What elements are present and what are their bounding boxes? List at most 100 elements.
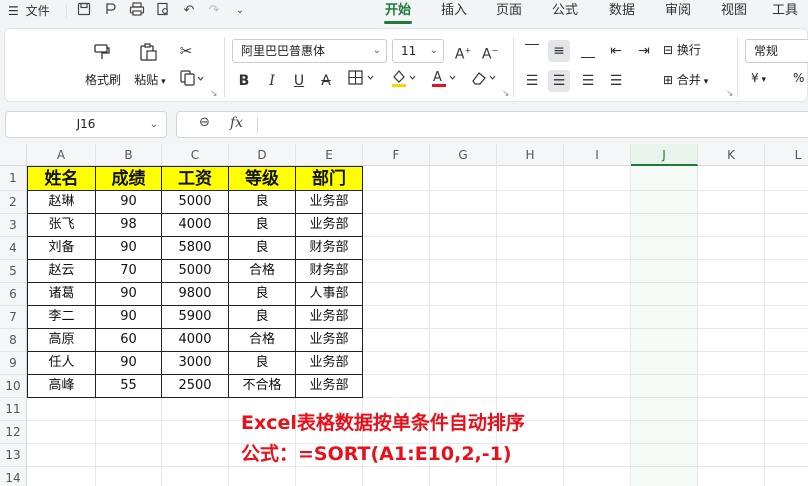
- row-header-13[interactable]: 13: [0, 444, 27, 467]
- align-left-icon[interactable]: ☰: [521, 70, 543, 92]
- column-header-a[interactable]: A: [27, 144, 96, 166]
- tab-formulas[interactable]: 公式: [547, 0, 583, 22]
- table-cell[interactable]: 90: [96, 283, 162, 306]
- table-cell[interactable]: 良: [229, 191, 296, 214]
- table-cell[interactable]: 业务部: [296, 191, 363, 214]
- table-cell[interactable]: 赵琳: [27, 191, 96, 214]
- table-cell[interactable]: 良: [229, 237, 296, 260]
- table-cell[interactable]: 良: [229, 306, 296, 329]
- justify-icon[interactable]: ☰: [605, 70, 627, 92]
- table-cell[interactable]: 3000: [162, 352, 229, 375]
- table-header-cell[interactable]: 部门: [296, 166, 363, 191]
- table-cell[interactable]: 合格: [229, 329, 296, 352]
- table-cell[interactable]: 55: [96, 375, 162, 398]
- italic-icon[interactable]: I: [261, 70, 283, 92]
- row-header-2[interactable]: 2: [0, 191, 27, 214]
- table-cell[interactable]: 不合格: [229, 375, 296, 398]
- column-header-g[interactable]: G: [430, 144, 497, 166]
- table-cell[interactable]: 5000: [162, 260, 229, 283]
- column-header-c[interactable]: C: [162, 144, 229, 166]
- table-cell[interactable]: 业务部: [296, 214, 363, 237]
- decrease-font-icon[interactable]: A−: [479, 40, 501, 63]
- row-header-5[interactable]: 5: [0, 260, 27, 283]
- row-header-4[interactable]: 4: [0, 237, 27, 260]
- font-name-select[interactable]: 阿里巴巴普惠体 ⌄: [232, 39, 387, 63]
- tab-home[interactable]: 开始: [380, 0, 416, 24]
- cut-icon[interactable]: ✂: [175, 41, 197, 61]
- worksheet-grid[interactable]: ABCDEFGHIJKL 1 2 3 4 5 6 7 8 9 10 11 12 13 14 姓名 成绩 工资等…: [0, 144, 808, 486]
- row-header-1[interactable]: 1: [0, 166, 27, 191]
- zoom-icon[interactable]: ⊖: [199, 115, 210, 130]
- align-bottom-icon[interactable]: ⎽: [577, 40, 599, 62]
- tab-page[interactable]: 页面: [491, 0, 527, 22]
- table-header-cell[interactable]: 姓名: [27, 166, 96, 191]
- alignment-launcher-icon[interactable]: ↘: [726, 89, 734, 99]
- paste-icon[interactable]: [137, 42, 159, 67]
- table-cell[interactable]: 98: [96, 214, 162, 237]
- redo-icon[interactable]: ↷: [205, 2, 223, 20]
- tab-insert[interactable]: 插入: [436, 0, 472, 22]
- table-cell[interactable]: 财务部: [296, 237, 363, 260]
- table-cell[interactable]: 5800: [162, 237, 229, 260]
- format-painter-button[interactable]: 格式刷: [81, 71, 125, 88]
- number-format-select[interactable]: 常规: [745, 39, 808, 63]
- tab-view[interactable]: 视图: [716, 0, 752, 22]
- table-cell[interactable]: 90: [96, 237, 162, 260]
- decrease-indent-icon[interactable]: ⇤: [605, 40, 627, 62]
- borders-icon[interactable]: [347, 70, 379, 92]
- tab-review[interactable]: 审阅: [660, 0, 696, 22]
- column-header-i[interactable]: I: [564, 144, 631, 166]
- table-cell[interactable]: 2500: [162, 375, 229, 398]
- wrap-text-button[interactable]: ⊟ 换行: [663, 41, 719, 58]
- row-header-7[interactable]: 7: [0, 306, 27, 329]
- file-menu[interactable]: ☰ 文件: [8, 0, 50, 22]
- table-cell[interactable]: 5000: [162, 191, 229, 214]
- table-cell[interactable]: 诸葛: [27, 283, 96, 306]
- tab-data[interactable]: 数据: [604, 0, 640, 22]
- row-header-10[interactable]: 10: [0, 375, 27, 398]
- format-painter-icon[interactable]: [91, 42, 113, 67]
- align-top-icon[interactable]: ⎺: [521, 40, 543, 62]
- row-header-6[interactable]: 6: [0, 283, 27, 306]
- table-cell[interactable]: 9800: [162, 283, 229, 306]
- column-header-f[interactable]: F: [363, 144, 430, 166]
- select-all-corner[interactable]: [0, 144, 27, 166]
- font-size-select[interactable]: 11 ⌄: [392, 39, 444, 63]
- clear-format-icon[interactable]: [469, 70, 501, 92]
- chevron-down-icon[interactable]: ⌄: [231, 2, 249, 20]
- clipboard-launcher-icon[interactable]: ↘: [210, 89, 218, 99]
- paste-button[interactable]: 粘贴 ▾: [130, 71, 170, 88]
- table-header-cell[interactable]: 等级: [229, 166, 296, 191]
- table-header-cell[interactable]: 成绩: [96, 166, 162, 191]
- name-box[interactable]: J16 ⌄: [5, 111, 167, 138]
- table-cell[interactable]: 90: [96, 191, 162, 214]
- save-icon[interactable]: [75, 2, 93, 20]
- table-cell[interactable]: 任人: [27, 352, 96, 375]
- table-cell[interactable]: 5900: [162, 306, 229, 329]
- merge-cells-button[interactable]: ⊞ 合并 ▾: [663, 71, 725, 88]
- fx-icon[interactable]: fx: [230, 115, 243, 131]
- column-header-d[interactable]: D: [229, 144, 296, 166]
- print-preview-icon[interactable]: [154, 2, 172, 20]
- table-cell[interactable]: 90: [96, 352, 162, 375]
- table-cell[interactable]: 高原: [27, 329, 96, 352]
- increase-indent-icon[interactable]: ⇥: [633, 40, 655, 62]
- align-middle-icon[interactable]: ≡: [548, 40, 570, 62]
- export-pdf-icon[interactable]: [102, 2, 120, 20]
- row-header-3[interactable]: 3: [0, 214, 27, 237]
- table-header-cell[interactable]: 工资: [162, 166, 229, 191]
- undo-icon[interactable]: ↶: [180, 2, 198, 20]
- table-cell[interactable]: 赵云: [27, 260, 96, 283]
- column-header-b[interactable]: B: [96, 144, 162, 166]
- table-cell[interactable]: 业务部: [296, 329, 363, 352]
- table-cell[interactable]: 业务部: [296, 375, 363, 398]
- table-cell[interactable]: 70: [96, 260, 162, 283]
- align-right-icon[interactable]: ☰: [577, 70, 599, 92]
- strikethrough-icon[interactable]: A: [315, 70, 337, 92]
- table-cell[interactable]: 业务部: [296, 306, 363, 329]
- column-header-j[interactable]: J: [631, 144, 698, 166]
- row-header-12[interactable]: 12: [0, 421, 27, 444]
- tab-tools[interactable]: 工具: [772, 0, 808, 22]
- row-header-8[interactable]: 8: [0, 329, 27, 352]
- table-cell[interactable]: 人事部: [296, 283, 363, 306]
